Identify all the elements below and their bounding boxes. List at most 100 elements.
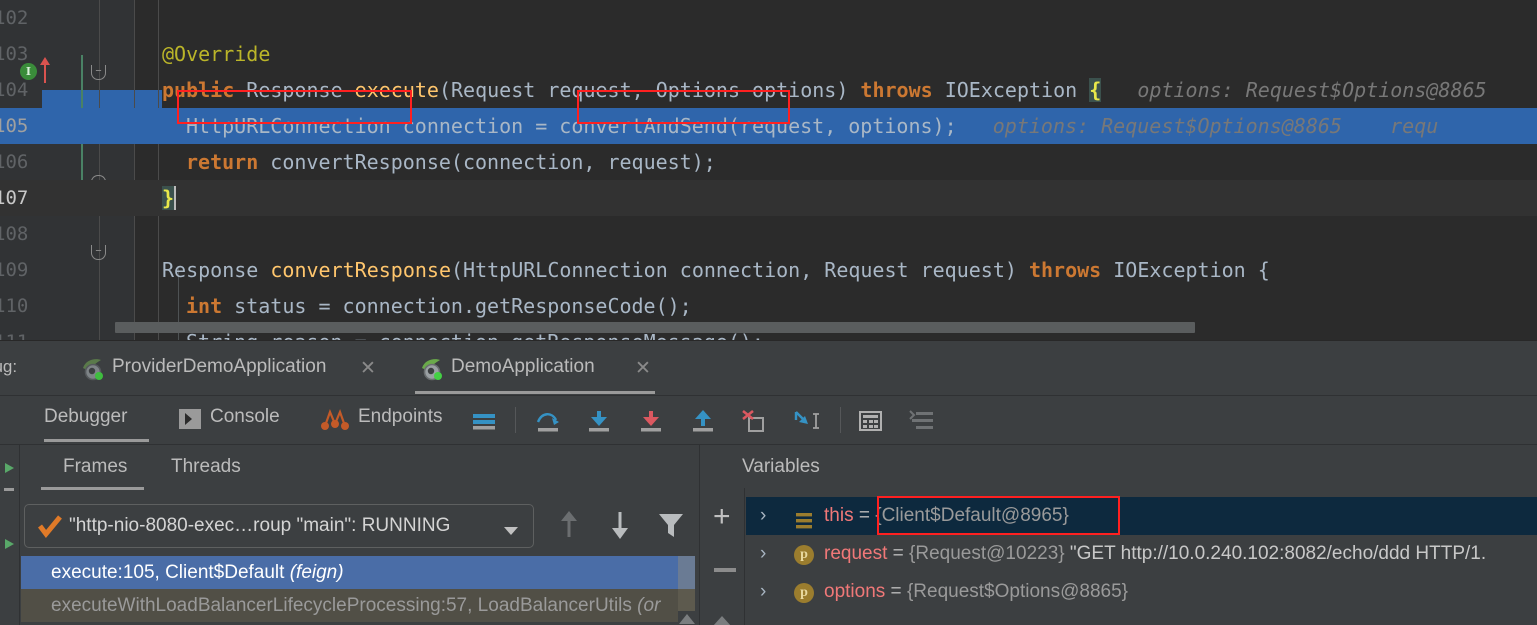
variable-row-options[interactable]: › p options = {Request$Options@8865} [746,573,1537,611]
type-response: Response [246,78,343,102]
frames-scrollbar-thumb-lower[interactable] [678,589,695,611]
debug-toolbar[interactable]: Debugger Console Endpoints [0,395,1537,444]
endpoints-icon [320,405,350,438]
run-tab-providerdemoapplication[interactable]: ProviderDemoApplication ✕ [68,341,388,396]
tab-endpoints[interactable]: Endpoints [320,396,470,445]
code-editor[interactable]: I – – – 102 103 @Override 104 public Res… [0,0,1537,340]
tab-label: Threads [171,456,241,477]
step-over-icon[interactable] [534,408,564,439]
expand-chevron-icon[interactable]: › [760,535,766,573]
code-line[interactable]: 102 [0,0,1537,36]
variable-name: options [824,581,886,602]
close-icon[interactable]: ✕ [635,357,651,380]
tab-debugger[interactable]: Debugger [22,396,149,445]
code-lines[interactable]: 102 103 @Override 104 public Response ex… [0,0,1537,340]
equals-sign: = [887,543,910,564]
variable-content: request = {Request@10223} "GET http://10… [824,535,1486,573]
tab-threads[interactable]: Threads [149,444,249,492]
line-number: 109 [0,259,29,281]
step-out-icon[interactable] [690,408,716,439]
frame-row-loadbalancer[interactable]: executeWithLoadBalancerLifecycleProcessi… [21,589,678,622]
console-icon [178,408,202,435]
frame-row-execute[interactable]: execute:105, Client$Default (feign) [21,556,678,589]
tab-variables[interactable]: Variables [720,444,840,492]
code-line[interactable]: 108 [0,216,1537,252]
evaluate-expression-icon[interactable] [857,408,885,439]
method-convertandsend: convertAndSend [559,114,728,138]
springboot-icon [419,357,445,388]
run-configurations-tabbar[interactable]: bug: ProviderDemoApplication ✕ [0,340,1537,396]
editor-horizontal-scrollbar[interactable] [115,322,1195,333]
move-down-icon[interactable] [608,509,632,546]
mute-breakpoints-icon[interactable] [470,408,498,439]
tab-frames[interactable]: Frames [41,444,144,492]
signature-args: (Request request, Options options) [438,78,861,102]
code-line[interactable]: 109 Response convertResponse(HttpURLConn… [0,252,1537,288]
view-breakpoints-icon[interactable] [2,537,16,556]
code-line[interactable]: 110 int status = connection.getResponseC… [0,288,1537,324]
variable-string-value: "GET http://10.0.240.102:8082/echo/ddd H… [1069,543,1487,564]
step-into-icon[interactable] [586,408,612,439]
inline-hint-2: requ [1390,114,1439,138]
springboot-icon [80,357,106,388]
code-line[interactable]: 103 @Override [0,36,1537,72]
code-line[interactable]: 104 public Response execute(Request requ… [0,72,1537,108]
pause-program-icon[interactable] [2,485,16,504]
filter-icon[interactable] [657,511,685,544]
frame-module: (or [637,595,661,616]
toolbar-separator-2 [840,407,841,433]
settings-lines-icon[interactable] [908,409,936,438]
var-connection-assign: connection = [390,114,560,138]
variable-value: {Client$Default@8965} [875,505,1069,526]
type-ioexception-2: IOException { [1101,258,1270,282]
tab-label: Frames [63,456,128,477]
variables-tabrow[interactable]: Variables [700,444,1000,492]
matching-brace: { [1089,78,1102,102]
frames-scroll-up-arrow-icon[interactable] [678,612,696,625]
debug-side-strip[interactable] [0,445,20,625]
expand-chevron-icon[interactable]: › [760,497,766,535]
code-line-current[interactable]: 105 HttpURLConnection connection = conve… [0,108,1537,144]
run-to-cursor-icon[interactable] [790,408,822,439]
inline-hint: options: Request$Options@8865 [1137,78,1487,102]
force-step-into-icon[interactable] [638,408,664,439]
variable-row-request[interactable]: › p request = {Request@10223} "GET http:… [746,535,1537,573]
code-line[interactable]: 107 } [0,180,1537,216]
move-up-icon[interactable] [557,509,581,546]
run-tab-demoapplication[interactable]: DemoApplication ✕ [407,341,664,396]
code-text: HttpURLConnection connection = convertAn… [186,108,1438,144]
inline-hint: options: Request$Options@8865 [992,114,1342,138]
close-icon[interactable]: ✕ [360,357,376,380]
frames-scrollbar-thumb[interactable] [678,556,695,589]
active-tab-underline [44,439,149,442]
line-number: 110 [0,295,29,317]
variable-name: request [824,543,888,564]
line-number: 108 [0,223,29,245]
parameter-icon: p [794,545,814,565]
tab-console[interactable]: Console [178,396,308,445]
scroll-up-icon[interactable] [712,614,732,625]
expand-chevron-icon[interactable]: › [760,573,766,611]
status-statement: status = connection.getResponseCode(); [222,294,692,318]
variable-value: {Request$Options@8865} [906,581,1128,602]
remove-watch-icon[interactable] [714,568,736,572]
line-number: 104 [0,79,29,101]
add-watch-icon[interactable]: + [713,502,731,532]
code-line[interactable]: 106 return convertResponse(connection, r… [0,144,1537,180]
drop-frame-icon[interactable] [740,408,768,439]
resume-program-icon[interactable] [2,461,16,480]
chevron-down-icon[interactable] [503,523,519,541]
keyword-public: public [162,78,235,102]
method-convertresponse: convertResponse [270,258,451,282]
variable-row-this[interactable]: › this = {Client$Default@8965} [746,497,1537,535]
debug-label: bug: [0,357,18,376]
field-icon [794,507,812,529]
keyword-return: return [186,150,259,174]
frames-threads-tabrow[interactable]: Frames Threads [21,444,321,492]
thread-selector[interactable]: "http-nio-8080-exec…roup "main": RUNNING [24,504,534,548]
toolbar-separator [515,407,516,433]
active-tab-underline [41,487,144,490]
text-caret [174,186,177,210]
type-response-2: Response [162,258,271,282]
equals-sign: = [853,505,876,526]
